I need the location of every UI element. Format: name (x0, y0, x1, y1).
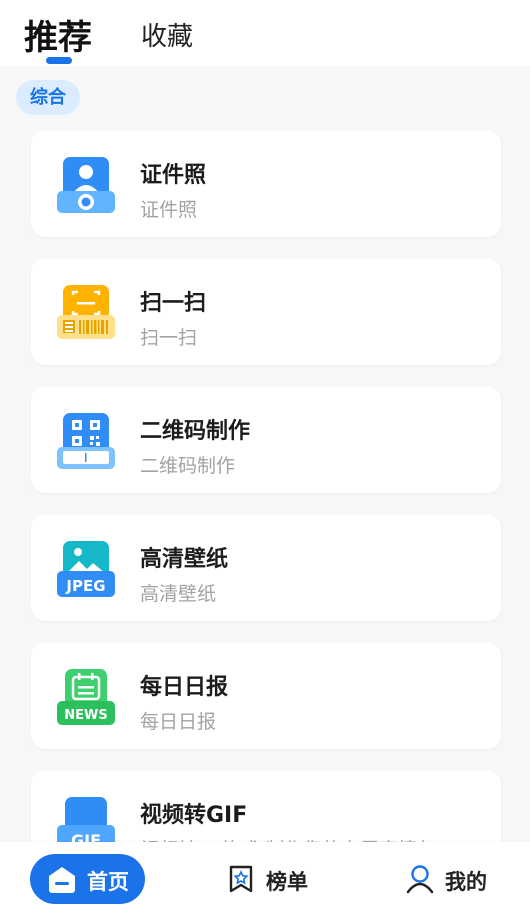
nav-home-label: 首页 (87, 870, 129, 894)
tool-card-wallpaper[interactable]: JPEG 高清壁纸 高清壁纸 (31, 514, 501, 621)
nav-home-button[interactable]: 首页 (30, 854, 145, 904)
tool-subtitle: 证件照 (140, 199, 198, 221)
tool-title: 扫一扫 (140, 291, 207, 316)
nav-ranking-button[interactable]: 榜单 (228, 854, 318, 904)
tab-recommend[interactable]: 推荐 (24, 10, 92, 59)
tool-subtitle: 扫一扫 (140, 327, 198, 349)
wallpaper-jpeg-icon: JPEG (57, 541, 115, 597)
bottom-nav: 首页 榜单 我的 (0, 842, 530, 915)
scan-icon (57, 285, 115, 339)
tool-card-daily-news[interactable]: NEWS 每日日报 每日日报 (31, 642, 501, 749)
nav-ranking-label: 榜单 (266, 870, 308, 894)
news-label: NEWS (64, 708, 107, 723)
active-tab-indicator (46, 57, 72, 64)
tool-title: 高清壁纸 (140, 547, 229, 572)
top-tab-bar: 推荐 收藏 (0, 0, 530, 66)
tool-card-scan[interactable]: 扫一扫 扫一扫 (31, 258, 501, 365)
profile-icon (406, 865, 434, 894)
tool-subtitle: 二维码制作 (140, 455, 236, 477)
tool-subtitle: 高清壁纸 (140, 583, 217, 605)
category-chip-all[interactable]: 综合 (16, 80, 80, 115)
tab-favorites[interactable]: 收藏 (141, 16, 193, 53)
tool-title: 证件照 (140, 163, 207, 188)
nav-profile-label: 我的 (445, 870, 487, 894)
home-icon (49, 867, 75, 893)
tool-subtitle: 每日日报 (140, 711, 217, 733)
tool-title: 二维码制作 (140, 419, 251, 444)
jpeg-label: JPEG (65, 577, 105, 595)
ranking-bookmark-icon (229, 865, 253, 893)
tool-title: 视频转GIF (140, 803, 248, 828)
tool-card-id-photo[interactable]: 证件照 证件照 (31, 130, 501, 237)
tool-title: 每日日报 (140, 675, 229, 700)
tool-card-qr-code[interactable]: 二维码制作 二维码制作 (31, 386, 501, 493)
qr-code-icon (57, 413, 115, 469)
id-photo-icon (57, 157, 115, 213)
nav-profile-button[interactable]: 我的 (406, 854, 496, 904)
news-icon: NEWS (57, 669, 115, 725)
